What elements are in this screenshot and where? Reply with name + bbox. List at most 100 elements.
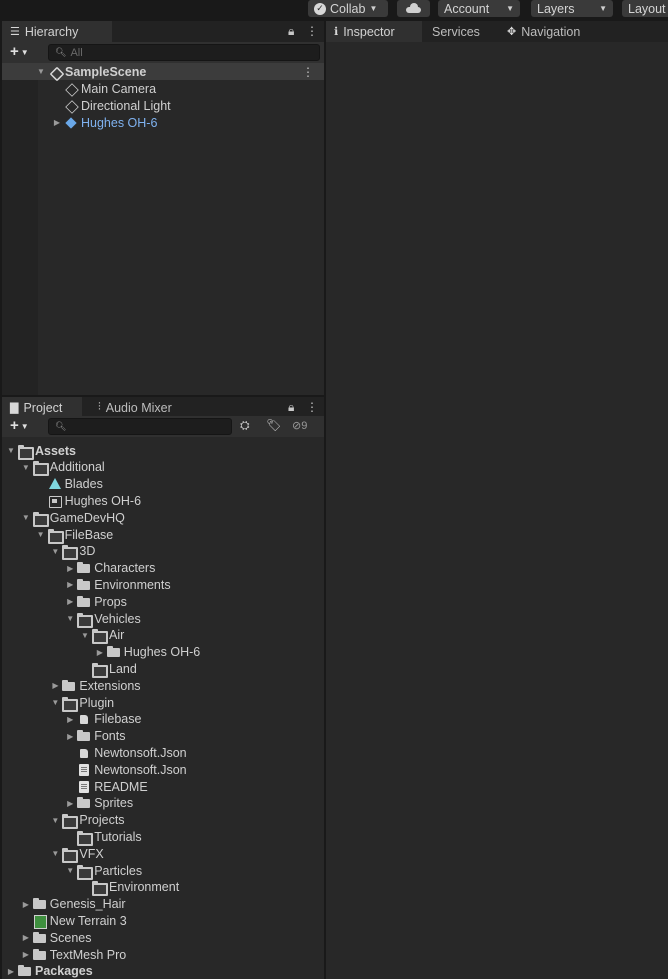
project-tree-item[interactable]: ▶ Props: [2, 593, 324, 610]
expand-arrow-icon[interactable]: ▶: [65, 564, 75, 573]
hierarchy-search-input[interactable]: 🔍︎ All: [48, 44, 320, 61]
folder-open-icon: [62, 814, 79, 830]
expand-arrow-icon[interactable]: ▶: [65, 715, 75, 724]
tab-navigation[interactable]: ✥ Navigation: [499, 21, 588, 42]
project-tree-item[interactable]: ▶ Fonts: [2, 728, 324, 745]
expand-arrow-icon[interactable]: ▼: [65, 866, 75, 875]
folder-open-icon: [18, 444, 34, 460]
project-tree-item-label: GameDevHQ: [49, 510, 125, 525]
account-dropdown[interactable]: Account ▼: [438, 0, 520, 17]
create-button[interactable]: + ▼: [10, 418, 29, 434]
folder-open-icon: [62, 545, 79, 561]
expand-arrow-icon[interactable]: ▶: [65, 580, 75, 589]
hierarchy-item[interactable]: Main Camera: [2, 80, 324, 97]
project-tree-item[interactable]: Land: [2, 660, 324, 678]
project-tree-item[interactable]: Newtonsoft.Json: [2, 744, 324, 761]
expand-arrow-icon[interactable]: ▼: [21, 513, 31, 522]
expand-arrow-icon[interactable]: ▼: [80, 631, 90, 640]
project-tree-item[interactable]: README: [2, 778, 324, 795]
project-tree-item[interactable]: ▶ Environments: [2, 576, 324, 593]
project-tree-item[interactable]: Newtonsoft.Json: [2, 761, 324, 778]
project-tree-item[interactable]: Blades: [2, 476, 324, 493]
expand-arrow-icon[interactable]: ▶: [21, 900, 31, 909]
folder-open-icon: [62, 847, 79, 863]
layout-dropdown[interactable]: Layout: [622, 0, 668, 17]
expand-arrow-icon[interactable]: ▼: [50, 547, 60, 556]
expand-arrow-icon[interactable]: ▼: [50, 849, 60, 858]
tab-inspector[interactable]: ℹ Inspector: [326, 21, 422, 42]
tag-icon[interactable]: 🏷︎: [266, 418, 281, 432]
project-tree-item[interactable]: ▼ 3D: [2, 543, 324, 561]
project-tree-item[interactable]: ▼ VFX: [2, 845, 324, 863]
folder-open-icon: [62, 696, 79, 712]
hierarchy-item[interactable]: ▶ Hughes OH-6: [2, 114, 324, 131]
expand-arrow-icon[interactable]: ▶: [50, 681, 60, 690]
project-tree-item[interactable]: ▼ Additional: [2, 459, 324, 477]
create-button[interactable]: + ▼: [10, 44, 29, 60]
layers-dropdown[interactable]: Layers ▼: [531, 0, 613, 17]
project-tree-item[interactable]: ▶ Packages: [2, 963, 324, 979]
kebab-menu-icon[interactable]: ⋮: [302, 65, 314, 79]
expand-arrow-icon[interactable]: ▶: [65, 799, 75, 808]
project-tree-item[interactable]: New Terrain 3: [2, 912, 324, 929]
tab-project[interactable]: ▇ Project: [2, 397, 82, 418]
prefab-icon: [48, 495, 62, 508]
expand-arrow-icon[interactable]: ▼: [36, 67, 46, 76]
project-tree-item-label: Blades: [64, 477, 103, 492]
project-tree-item[interactable]: ▶ Scenes: [2, 929, 324, 946]
expand-arrow-icon[interactable]: ▶: [65, 597, 75, 606]
expand-arrow-icon[interactable]: ▶: [21, 933, 31, 942]
tab-hierarchy-label: Hierarchy: [24, 24, 79, 39]
folder-open-icon: [32, 461, 49, 477]
project-tree-item[interactable]: ▼ Vehicles: [2, 610, 324, 628]
hidden-packages-toggle[interactable]: ⊘9: [292, 419, 307, 432]
project-tree-item[interactable]: ▶ Filebase: [2, 711, 324, 728]
tab-project-label: Project: [23, 400, 63, 415]
project-tree-item[interactable]: Hughes OH-6: [2, 492, 324, 509]
hierarchy-item[interactable]: Directional Light: [2, 97, 324, 114]
expand-arrow-icon[interactable]: ▶: [52, 118, 62, 127]
tab-hierarchy[interactable]: ☰ Hierarchy: [2, 21, 112, 42]
project-search-input[interactable]: 🔍︎: [48, 418, 232, 435]
expand-arrow-icon[interactable]: ▼: [21, 463, 31, 472]
project-tree-item[interactable]: ▼ FileBase: [2, 526, 324, 544]
lock-icon[interactable]: 🔒︎: [288, 400, 294, 415]
folder-icon: [77, 595, 91, 608]
folder-open-icon: [92, 881, 108, 897]
expand-arrow-icon[interactable]: ▼: [50, 698, 60, 707]
filter-by-type-icon[interactable]: ⛭: [240, 418, 250, 433]
scene-row[interactable]: ▼ SampleScene ⋮: [2, 63, 324, 80]
tab-services[interactable]: Services: [424, 21, 488, 42]
folder-icon: [18, 965, 32, 977]
expand-arrow-icon[interactable]: ▶: [65, 732, 75, 741]
project-tree-item-label: 3D: [79, 544, 96, 559]
project-tree-item[interactable]: ▼ Plugin: [2, 694, 324, 712]
project-tree-item[interactable]: ▶ Extensions: [2, 677, 324, 694]
project-tree-item[interactable]: ▼ Projects: [2, 812, 324, 830]
expand-arrow-icon[interactable]: ▶: [95, 648, 105, 657]
tab-audio-mixer[interactable]: ⫶ Audio Mixer: [90, 397, 180, 418]
expand-arrow-icon[interactable]: ▶: [6, 967, 16, 976]
expand-arrow-icon[interactable]: ▼: [36, 530, 46, 539]
expand-arrow-icon[interactable]: ▶: [21, 950, 31, 959]
project-tree-item[interactable]: ▶ TextMesh Pro: [2, 946, 324, 963]
expand-arrow-icon[interactable]: ▼: [65, 614, 75, 623]
project-tree-item[interactable]: ▼ Air: [2, 627, 324, 645]
project-tree-item[interactable]: ▶ Genesis_Hair: [2, 896, 324, 913]
kebab-menu-icon[interactable]: ⋮: [306, 400, 318, 414]
project-tree-item[interactable]: ▶ Characters: [2, 560, 324, 577]
expand-arrow-icon[interactable]: ▼: [50, 816, 60, 825]
project-tree-item[interactable]: ▶ Sprites: [2, 795, 324, 812]
project-tree-item[interactable]: ▼ Particles: [2, 862, 324, 880]
project-tree-item[interactable]: Environment: [2, 879, 324, 897]
collab-dropdown[interactable]: ✓ Collab ▼: [308, 0, 388, 17]
cloud-button[interactable]: [397, 0, 430, 17]
project-tree-item[interactable]: Tutorials: [2, 828, 324, 846]
project-tree-item[interactable]: ▶ Hughes OH-6: [2, 644, 324, 661]
project-tree-item[interactable]: ▼ GameDevHQ: [2, 509, 324, 527]
kebab-menu-icon[interactable]: ⋮: [306, 24, 318, 38]
project-tree-item[interactable]: ▼ Assets: [2, 442, 324, 460]
folder-icon: [77, 562, 91, 574]
expand-arrow-icon[interactable]: ▼: [6, 446, 16, 455]
lock-icon[interactable]: 🔒︎: [288, 24, 294, 39]
